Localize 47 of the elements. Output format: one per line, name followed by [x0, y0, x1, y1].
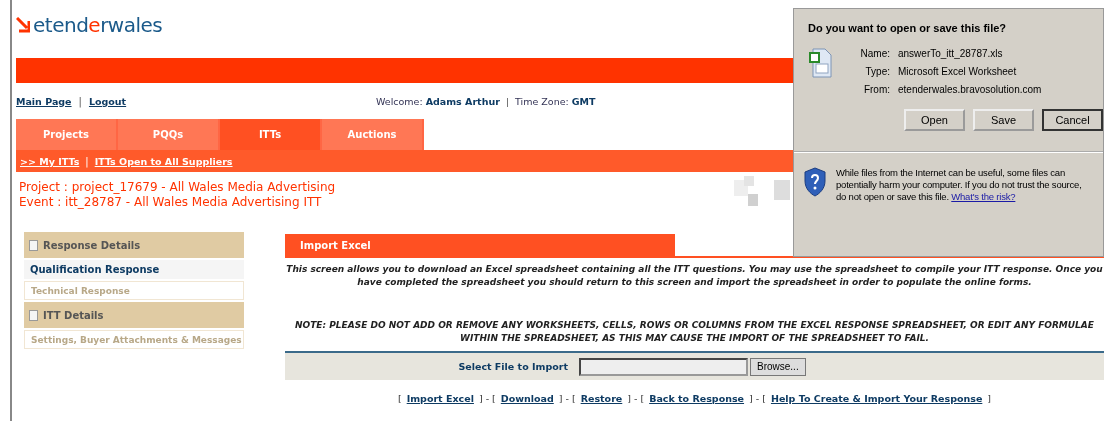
- dialog-question: Do you want to open or save this file?: [807, 21, 1008, 34]
- sidebar-section[interactable]: ITT Details: [24, 302, 244, 328]
- dialog-button[interactable]: Cancel: [1042, 109, 1103, 131]
- file-label: Select File to Import: [457, 361, 568, 372]
- dialog-button[interactable]: Save: [973, 109, 1034, 131]
- action-link[interactable]: Download: [500, 393, 554, 404]
- action-link[interactable]: Restore: [580, 393, 623, 404]
- dialog-button[interactable]: Open: [904, 109, 965, 131]
- spreadsheet-file-icon: [808, 48, 832, 78]
- field-value: answerTo_itt_28787.xls: [898, 48, 1003, 59]
- bracket-separator: ] - [: [478, 393, 496, 404]
- note-text: NOTE: PLEASE DO NOT ADD OR REMOVE ANY WORKSHEETS, CELLS, ROWS OR COLUMNS FROM THE EXCEL RESPONSE SPREADSHEET, OR EDIT ANY FORMULAE WITHIN THE SPREADSHEET, AS THIS MAY CAUSE THE IMPORT OF THE SPREADSHEET TO FAIL.: [294, 319, 1095, 345]
- bracket-separator: ] - [: [558, 393, 576, 404]
- separator: |: [505, 95, 510, 107]
- field-label: From:: [862, 84, 890, 95]
- project-title: Project : project_17679 - All Wales Media Advertising: [19, 180, 336, 195]
- logo-text: etenderwales: [33, 13, 163, 37]
- browse-button[interactable]: Browse...: [750, 357, 806, 376]
- bracket-separator: [: [397, 393, 402, 404]
- user-name: Adams Arthur: [425, 95, 500, 107]
- field-label: Type:: [864, 66, 890, 77]
- nav-link[interactable]: Logout: [88, 95, 127, 107]
- separator: |: [78, 95, 82, 107]
- field-value: Microsoft Excel Worksheet: [898, 66, 1017, 77]
- bracket-separator: ] - [: [627, 393, 645, 404]
- bracket-separator: ]: [987, 393, 992, 404]
- logo-arrow-icon: [16, 17, 30, 33]
- shield-question-icon: [804, 167, 826, 197]
- intro-text: This screen allows you to download an Excel spreadsheet containing all the ITT questions. You may use the spreadsheet to compile your ITT response. Once you have completed the spreadsheet you should return to this screen and import the spreadsheet in order to populate the online forms.: [285, 263, 1104, 289]
- nav-link[interactable]: Main Page: [16, 95, 72, 107]
- sidebar-section[interactable]: Response Details: [24, 232, 244, 258]
- risk-link[interactable]: What's the risk?: [951, 191, 1016, 202]
- timezone-label: Time Zone:: [515, 95, 569, 107]
- warning-text: While files from the Internet can be useful, some files can potentially harm your computer. If you do not trust the source, do not open or save this file. What's the risk?: [836, 167, 1083, 203]
- panel-title: Import Excel: [285, 234, 675, 256]
- timezone-value: GMT: [571, 95, 596, 107]
- action-link[interactable]: Back to Response: [649, 393, 745, 404]
- field-value: etenderwales.bravosolution.com: [898, 84, 1042, 95]
- welcome-label: Welcome:: [376, 95, 423, 107]
- action-link[interactable]: Import Excel: [406, 393, 474, 404]
- file-input-field[interactable]: [579, 357, 748, 376]
- event-title: Event : itt_28787 - All Wales Media Advertising ITT: [19, 195, 322, 210]
- sidebar-item[interactable]: Qualification Response: [24, 260, 244, 279]
- bracket-separator: ] - [: [749, 393, 766, 404]
- action-link[interactable]: Help To Create & Import Your Response: [770, 393, 983, 404]
- field-label: Name:: [860, 48, 890, 59]
- separator: |: [85, 155, 89, 167]
